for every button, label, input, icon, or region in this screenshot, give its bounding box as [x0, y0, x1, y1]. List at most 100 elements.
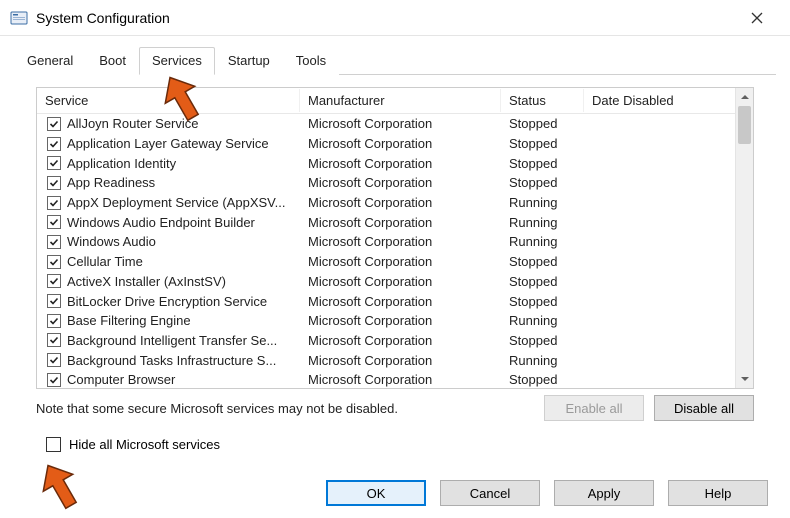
service-checkbox[interactable] — [47, 333, 61, 347]
status-cell: Stopped — [501, 294, 584, 309]
manufacturer-cell: Microsoft Corporation — [300, 234, 501, 249]
grid-body: AllJoyn Router ServiceMicrosoft Corporat… — [37, 114, 735, 388]
tab-boot[interactable]: Boot — [86, 47, 139, 75]
service-cell: Windows Audio Endpoint Builder — [37, 215, 300, 230]
service-checkbox[interactable] — [47, 176, 61, 190]
tab-strip: General Boot Services Startup Tools — [14, 46, 776, 75]
service-cell: Base Filtering Engine — [37, 313, 300, 328]
service-cell: Cellular Time — [37, 254, 300, 269]
title-bar: System Configuration — [0, 0, 790, 36]
service-cell: Background Intelligent Transfer Se... — [37, 333, 300, 348]
note-row: Note that some secure Microsoft services… — [36, 395, 754, 421]
service-name: Application Layer Gateway Service — [67, 136, 292, 151]
table-row[interactable]: Background Intelligent Transfer Se...Mic… — [37, 331, 735, 351]
service-checkbox[interactable] — [47, 235, 61, 249]
scroll-track[interactable] — [736, 106, 753, 370]
service-cell: Application Identity — [37, 156, 300, 171]
status-cell: Stopped — [501, 175, 584, 190]
manufacturer-cell: Microsoft Corporation — [300, 254, 501, 269]
manufacturer-cell: Microsoft Corporation — [300, 274, 501, 289]
service-checkbox[interactable] — [47, 314, 61, 328]
vertical-scrollbar[interactable] — [735, 88, 753, 388]
manufacturer-cell: Microsoft Corporation — [300, 116, 501, 131]
service-cell: AllJoyn Router Service — [37, 116, 300, 131]
dialog-buttons: OK Cancel Apply Help — [312, 480, 768, 506]
status-cell: Stopped — [501, 116, 584, 131]
service-cell: Windows Audio — [37, 234, 300, 249]
service-checkbox[interactable] — [47, 353, 61, 367]
annotation-arrow-icon — [36, 460, 86, 516]
col-header-manufacturer[interactable]: Manufacturer — [300, 89, 501, 112]
service-cell: BitLocker Drive Encryption Service — [37, 294, 300, 309]
service-checkbox[interactable] — [47, 137, 61, 151]
service-name: Background Tasks Infrastructure S... — [67, 353, 292, 368]
close-button[interactable] — [734, 2, 780, 34]
table-row[interactable]: AppX Deployment Service (AppXSV... Micros… — [37, 193, 735, 213]
manufacturer-cell: Microsoft Corporation — [300, 333, 501, 348]
cancel-button[interactable]: Cancel — [440, 480, 540, 506]
hide-all-label[interactable]: Hide all Microsoft services — [69, 437, 220, 452]
scroll-up-icon[interactable] — [736, 88, 753, 106]
service-checkbox[interactable] — [47, 274, 61, 288]
status-cell: Stopped — [501, 136, 584, 151]
status-cell: Stopped — [501, 156, 584, 171]
apply-button[interactable]: Apply — [554, 480, 654, 506]
col-header-date-disabled[interactable]: Date Disabled — [584, 89, 735, 112]
service-name: AppX Deployment Service (AppXSV... — [67, 195, 292, 210]
status-cell: Running — [501, 215, 584, 230]
manufacturer-cell: Microsoft Corporation — [300, 294, 501, 309]
status-cell: Stopped — [501, 254, 584, 269]
manufacturer-cell: Microsoft Corporation — [300, 215, 501, 230]
service-checkbox[interactable] — [47, 215, 61, 229]
table-row[interactable]: Base Filtering EngineMicrosoft Corporati… — [37, 311, 735, 331]
service-checkbox[interactable] — [47, 156, 61, 170]
service-cell: AppX Deployment Service (AppXSV... — [37, 195, 300, 210]
service-cell: Computer Browser — [37, 372, 300, 387]
manufacturer-cell: Microsoft Corporation — [300, 156, 501, 171]
table-row[interactable]: Cellular TimeMicrosoft CorporationStoppe… — [37, 252, 735, 272]
col-header-service[interactable]: Service — [37, 89, 300, 112]
table-row[interactable]: BitLocker Drive Encryption Service Micros… — [37, 291, 735, 311]
service-checkbox[interactable] — [47, 373, 61, 387]
service-name: Application Identity — [67, 156, 292, 171]
help-button[interactable]: Help — [668, 480, 768, 506]
table-row[interactable]: Computer BrowserMicrosoft CorporationSto… — [37, 370, 735, 388]
scroll-down-icon[interactable] — [736, 370, 753, 388]
ok-button[interactable]: OK — [326, 480, 426, 506]
table-row[interactable]: AllJoyn Router ServiceMicrosoft Corporat… — [37, 114, 735, 134]
grid-header: Service Manufacturer Status Date Disable… — [37, 88, 753, 114]
hide-all-row: Hide all Microsoft services — [36, 437, 754, 452]
table-row[interactable]: Application Layer Gateway ServiceMicroso… — [37, 134, 735, 154]
service-name: Computer Browser — [67, 372, 292, 387]
status-cell: Running — [501, 195, 584, 210]
note-text: Note that some secure Microsoft services… — [36, 401, 534, 416]
table-row[interactable]: Windows Audio Endpoint BuilderMicrosoft … — [37, 212, 735, 232]
status-cell: Running — [501, 313, 584, 328]
service-name: BitLocker Drive Encryption Service — [67, 294, 292, 309]
disable-all-button[interactable]: Disable all — [654, 395, 754, 421]
tab-content: Service Manufacturer Status Date Disable… — [14, 75, 776, 464]
table-row[interactable]: App ReadinessMicrosoft CorporationStoppe… — [37, 173, 735, 193]
table-row[interactable]: ActiveX Installer (AxInstSV)Microsoft Co… — [37, 272, 735, 292]
service-checkbox[interactable] — [47, 294, 61, 308]
tab-tools[interactable]: Tools — [283, 47, 339, 75]
hide-all-checkbox[interactable] — [46, 437, 61, 452]
status-cell: Stopped — [501, 274, 584, 289]
manufacturer-cell: Microsoft Corporation — [300, 195, 501, 210]
service-checkbox[interactable] — [47, 255, 61, 269]
table-row[interactable]: Application Identity Microsoft Corporatio… — [37, 153, 735, 173]
app-icon — [10, 9, 28, 27]
service-checkbox[interactable] — [47, 196, 61, 210]
service-name: Base Filtering Engine — [67, 313, 292, 328]
table-row[interactable]: Windows AudioMicrosoft CorporationRunnin… — [37, 232, 735, 252]
col-header-status[interactable]: Status — [501, 89, 584, 112]
tab-services[interactable]: Services — [139, 47, 215, 75]
status-cell: Stopped — [501, 372, 584, 387]
tab-general[interactable]: General — [14, 47, 86, 75]
service-checkbox[interactable] — [47, 117, 61, 131]
scroll-thumb[interactable] — [738, 106, 751, 144]
tab-startup[interactable]: Startup — [215, 47, 283, 75]
service-cell: Background Tasks Infrastructure S... — [37, 353, 300, 368]
table-row[interactable]: Background Tasks Infrastructure S...Micr… — [37, 350, 735, 370]
service-cell: ActiveX Installer (AxInstSV) — [37, 274, 300, 289]
